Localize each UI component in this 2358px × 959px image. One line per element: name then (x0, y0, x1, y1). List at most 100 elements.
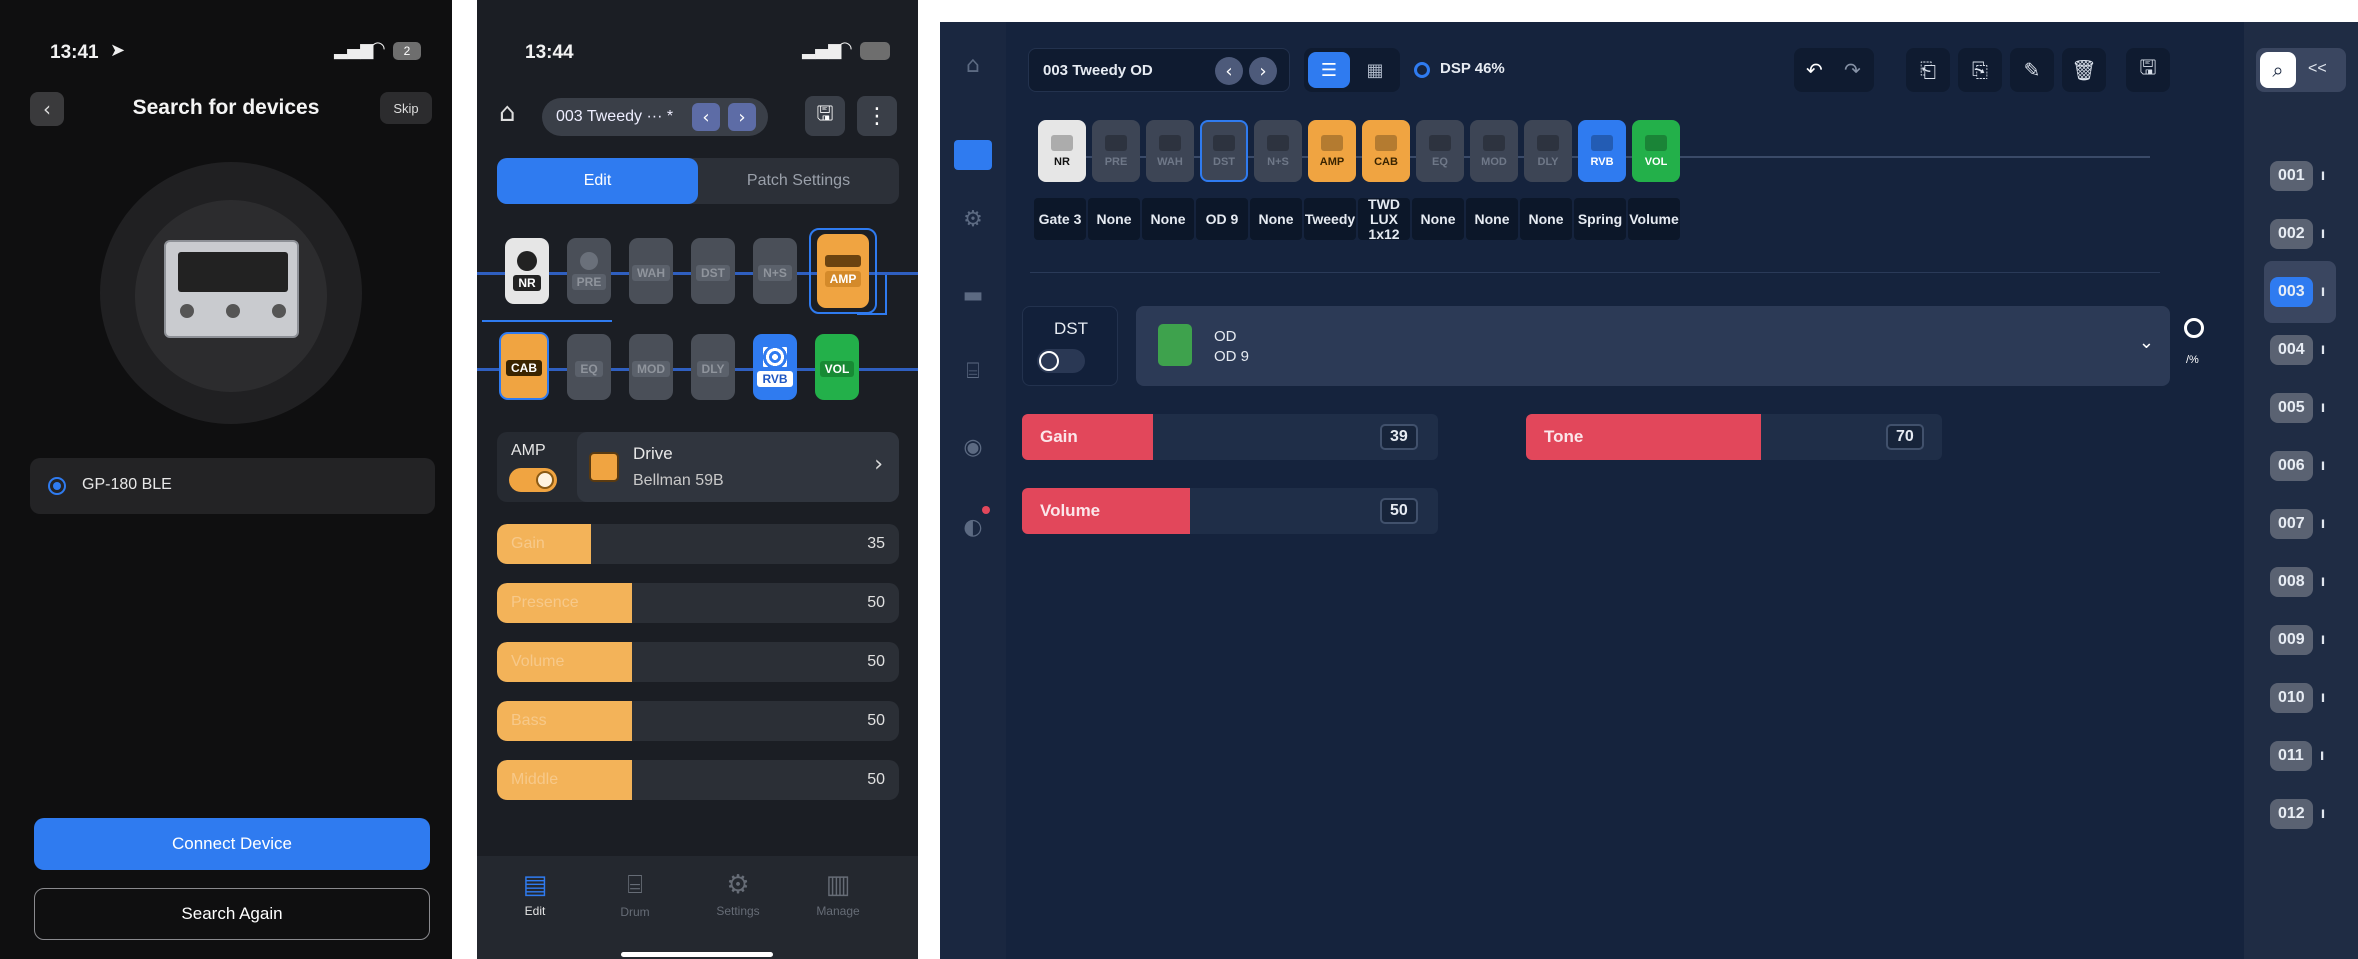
fx-pre[interactable]: PRE (567, 238, 611, 304)
connect-device-button[interactable]: Connect Device (34, 818, 430, 870)
patch-list-item[interactable]: 012 ı (2264, 790, 2336, 838)
module-toggle-card: DST (1022, 306, 1118, 386)
fx-eq[interactable]: EQ (567, 334, 611, 400)
chain-fx-pre[interactable]: PRE (1092, 120, 1140, 182)
module-toggle[interactable] (1037, 349, 1085, 373)
patch-name: 003 Tweedy OD (1043, 62, 1153, 79)
tab-patch-settings[interactable]: Patch Settings (698, 158, 899, 204)
fx-dly[interactable]: DLY (691, 334, 735, 400)
undo-icon[interactable]: ↶ (1806, 58, 1823, 82)
fx-nr[interactable]: NR (505, 238, 549, 304)
gain-slider[interactable]: Gain 39 (1022, 414, 1438, 460)
param-slider-gain[interactable]: Gain 35 (497, 524, 899, 564)
nav-drum[interactable]: ⌸ Drum (605, 870, 665, 919)
home-icon[interactable]: ⌂ (956, 48, 990, 82)
chain-fx-cab[interactable]: CAB (1362, 120, 1410, 182)
patch-list-item[interactable]: 008 ı (2264, 558, 2336, 606)
fx-vol[interactable]: VOL (815, 334, 859, 400)
drum-icon[interactable]: ⌸ (956, 354, 990, 388)
prev-patch-button[interactable]: ‹ (692, 103, 720, 131)
skip-button[interactable]: Skip (380, 92, 432, 124)
fx-cab[interactable]: CAB (499, 332, 549, 400)
cloud-icon[interactable]: ◐ (956, 510, 990, 544)
patch-number: 006 (2270, 451, 2313, 481)
patch-list-item[interactable]: 006 ı (2264, 442, 2336, 490)
collapse-button[interactable]: << (2308, 60, 2327, 78)
edit-icon: ▤ (522, 870, 548, 900)
search-again-button[interactable]: Search Again (34, 888, 430, 940)
fx-ns[interactable]: N+S (753, 238, 797, 304)
tone-slider[interactable]: Tone 70 (1526, 414, 1942, 460)
chain-fx-ns[interactable]: N+S (1254, 120, 1302, 182)
chain-label: OD 9 (1196, 198, 1248, 240)
tuner-icon[interactable]: ◉ (956, 430, 990, 464)
effect-selector[interactable]: OD OD 9 ⌄ (1136, 306, 2170, 386)
chain-fx-rvb[interactable]: RVB (1578, 120, 1626, 182)
gear-icon[interactable]: ⚙ (956, 202, 990, 236)
fx-wah[interactable]: WAH (629, 238, 673, 304)
patch-number: 002 (2270, 219, 2313, 249)
chain-fx-dst[interactable]: DST (1200, 120, 1248, 182)
export-icon[interactable]: ⎘ (1958, 48, 2002, 92)
location-icon: ➤ (110, 40, 126, 61)
patch-list-item[interactable]: 009 ı (2264, 616, 2336, 664)
device-image (164, 240, 299, 338)
home-icon[interactable]: ⌂ (499, 98, 516, 128)
patch-number: 003 (2270, 277, 2313, 307)
radio-selected-icon (48, 477, 66, 495)
device-list-item[interactable]: GP-180 BLE (30, 458, 435, 514)
more-button[interactable]: ⋮ (857, 96, 897, 136)
patch-edit-screen: 13:44 ▂▄▆ ◠ ⌂ 003 Tweedy ··· * ‹ › 🖫 ⋮ E… (477, 0, 918, 959)
patch-selector[interactable]: 003 Tweedy OD ‹ › (1028, 48, 1290, 92)
patch-list-item[interactable]: 010 ı (2264, 674, 2336, 722)
import-icon[interactable]: ⎗ (1906, 48, 1950, 92)
patch-selector[interactable]: 003 Tweedy ··· * ‹ › (542, 98, 768, 136)
param-slider-bass[interactable]: Bass 50 (497, 701, 899, 741)
next-patch-button[interactable]: › (728, 103, 756, 131)
chain-fx-wah[interactable]: WAH (1146, 120, 1194, 182)
patch-list-item[interactable]: 004 ı (2264, 326, 2336, 374)
save-button[interactable]: 🖫 (805, 96, 845, 136)
prev-patch-button[interactable]: ‹ (1215, 57, 1243, 85)
param-slider-volume[interactable]: Volume 50 (497, 642, 899, 682)
folder-icon[interactable]: ▬ (956, 278, 990, 312)
param-slider-presence[interactable]: Presence 50 (497, 583, 899, 623)
reset-icon[interactable] (2184, 318, 2204, 338)
fx-rvb[interactable]: RVB (753, 334, 797, 400)
tab-edit[interactable]: Edit (497, 158, 698, 204)
chain-fx-dly[interactable]: DLY (1524, 120, 1572, 182)
fx-dst[interactable]: DST (691, 238, 735, 304)
chain-fx-nr[interactable]: NR (1038, 120, 1086, 182)
patch-list-item[interactable]: 002 ı (2264, 210, 2336, 258)
nav-settings[interactable]: ⚙ Settings (703, 870, 773, 918)
patch-list-item[interactable]: 001 ı (2264, 152, 2336, 200)
grid-icon[interactable]: ▦ (1354, 52, 1396, 88)
next-patch-button[interactable]: › (1249, 57, 1277, 85)
edit-icon[interactable] (954, 140, 992, 170)
param-slider-middle[interactable]: Middle 50 (497, 760, 899, 800)
patch-list-item[interactable]: 003 ı (2264, 261, 2336, 323)
chain-fx-vol[interactable]: VOL (1632, 120, 1680, 182)
save-icon[interactable]: 🖫 (2126, 48, 2170, 92)
chain-fx-mod[interactable]: MOD (1470, 120, 1518, 182)
volume-slider[interactable]: Volume 50 (1022, 488, 1438, 534)
nav-edit[interactable]: ▤ Edit (505, 870, 565, 918)
patch-list-item[interactable]: 005 ı (2264, 384, 2336, 432)
fx-mod[interactable]: MOD (629, 334, 673, 400)
search-icon[interactable]: ⌕ (2260, 52, 2296, 88)
module-label: DST (1054, 319, 1088, 338)
delete-icon[interactable]: 🗑 (2062, 48, 2106, 92)
chain-fx-eq[interactable]: EQ (1416, 120, 1464, 182)
manage-icon: ▥ (825, 870, 851, 900)
patch-list-item[interactable]: 007 ı (2264, 500, 2336, 548)
dsp-usage: DSP 46% (1440, 60, 1505, 77)
sliders-icon[interactable]: ☰ (1308, 52, 1350, 88)
rename-icon[interactable]: ✎ (2010, 48, 2054, 92)
chain-fx-amp[interactable]: AMP (1308, 120, 1356, 182)
nav-manage[interactable]: ▥ Manage (803, 870, 873, 918)
amp-toggle[interactable] (509, 468, 557, 492)
redo-icon[interactable]: ↷ (1844, 58, 1861, 82)
patch-number: 010 (2270, 683, 2313, 713)
patch-list-item[interactable]: 011 ı (2264, 732, 2336, 780)
model-selector[interactable]: Drive Bellman 59B › (577, 432, 899, 502)
